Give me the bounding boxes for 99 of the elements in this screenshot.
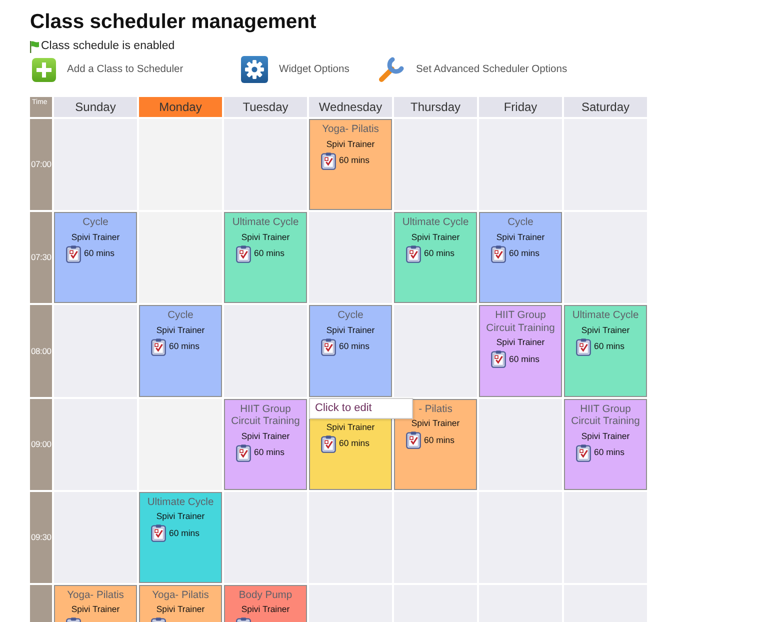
class-title: HIIT Group Circuit Training — [230, 402, 301, 429]
class-event-card[interactable]: HIIT Group Circuit Training Spivi Trainer 60 mins — [479, 305, 562, 397]
clipboard-icon — [236, 444, 251, 462]
trainer-name: Spivi Trainer — [240, 604, 291, 616]
class-event-card[interactable]: Cycle Spivi Trainer 60 mins — [139, 305, 222, 397]
tooltip: Click to edit — [309, 398, 413, 419]
clipboard-icon — [236, 244, 251, 263]
trainer-name: Spivi Trainer — [495, 337, 546, 348]
class-title: Cycle — [82, 216, 110, 230]
trainer-name: Spivi Trainer — [325, 138, 376, 150]
duration-text: 60 mins — [339, 155, 370, 166]
page-title: Class scheduler management — [30, 10, 316, 35]
clipboard-icon — [406, 244, 421, 263]
duration-text: 60 mins — [594, 447, 624, 458]
trainer-name: Spivi Trainer — [325, 422, 376, 433]
duration-text: 60 mins — [84, 248, 114, 260]
gear-icon — [241, 56, 268, 83]
class-title: Cycle — [506, 216, 534, 230]
duration-text: 60 mins — [169, 528, 200, 539]
day-header: Wednesday — [309, 97, 392, 117]
class-title: HIIT Group Circuit Training — [570, 402, 641, 429]
class-title: Ultimate Cycle — [146, 496, 215, 510]
class-title: Ultimate Cycle — [571, 309, 640, 323]
duration-text: 60 mins — [339, 341, 370, 352]
class-event-card[interactable]: Yoga- Pilatis Spivi Trainer 60 mins — [309, 119, 392, 210]
duration-text: 60 mins — [594, 341, 624, 352]
trainer-name: Spivi Trainer — [495, 232, 546, 243]
class-title: Body Pump — [238, 588, 294, 602]
duration-text: 60 mins — [169, 341, 200, 352]
duration-text: 60 mins — [509, 354, 540, 365]
class-event-card[interactable]: Ultimate Cycle Spivi Trainer 60 mins — [224, 212, 307, 304]
duration-text: 60 mins — [424, 248, 454, 260]
trainer-name: Spivi Trainer — [70, 232, 121, 243]
class-event-card[interactable]: Yoga- Pilatis Spivi Trainer — [139, 584, 222, 622]
clipboard-icon — [406, 431, 421, 450]
clipboard-icon — [576, 338, 591, 356]
time-label: 09:30 — [30, 492, 52, 583]
clipboard-icon — [491, 350, 506, 368]
clipboard-icon — [151, 524, 166, 542]
day-header: Tuesday — [224, 97, 307, 117]
class-title: HIIT Group Circuit Training — [485, 309, 556, 336]
day-header: Thursday — [394, 97, 477, 117]
class-event-card[interactable]: - Pilatis Spivi Trainer 60 mins — [394, 398, 477, 490]
class-event-card[interactable]: Yoga- Pilatis Spivi Trainer — [54, 584, 137, 622]
trainer-name: Spivi Trainer — [155, 324, 206, 336]
class-event-card[interactable]: Body Pump Spivi Trainer — [224, 584, 307, 622]
clipboard-icon — [491, 244, 506, 263]
day-header: Saturday — [564, 97, 647, 117]
duration-text: 60 mins — [254, 248, 284, 260]
class-title: Yoga- Pilatis — [151, 588, 210, 602]
trainer-name: Spivi Trainer — [155, 604, 206, 616]
day-header: Friday — [479, 97, 562, 117]
trainer-name: Spivi Trainer — [70, 604, 121, 616]
class-title: - Pilatis — [418, 402, 454, 416]
trainer-name: Spivi Trainer — [325, 324, 376, 336]
class-event-card[interactable]: HIIT Group Circuit Training Spivi Trainer 60 mins — [564, 398, 647, 490]
class-title: Ultimate Cycle — [231, 216, 300, 230]
time-label: 09:00 — [30, 398, 52, 490]
trainer-name: Spivi Trainer — [240, 430, 291, 442]
duration-text: 60 mins — [339, 438, 370, 450]
widget-options-link[interactable]: Widget Options — [241, 56, 350, 83]
time-label: 08:00 — [30, 305, 52, 397]
clipboard-icon — [321, 152, 336, 170]
status-text: Class schedule is enabled — [41, 40, 175, 53]
trainer-name: Spivi Trainer — [155, 511, 206, 522]
class-title: Ultimate Cycle — [401, 216, 470, 230]
day-header: Monday — [139, 97, 222, 117]
day-header: Sunday — [54, 97, 137, 117]
clipboard-icon — [321, 434, 336, 453]
class-event-card[interactable]: Cycle Spivi Trainer 60 mins — [309, 305, 392, 397]
clipboard-icon — [66, 244, 81, 263]
class-event-card[interactable]: Ultimate Cycle Spivi Trainer 60 mins — [394, 212, 477, 304]
class-event-card[interactable]: Cycle Spivi Trainer 60 mins — [479, 212, 562, 304]
trainer-name: Spivi Trainer — [410, 418, 461, 430]
wrench-icon — [378, 56, 405, 83]
class-title: Cycle — [336, 309, 364, 323]
duration-text: 60 mins — [424, 434, 454, 446]
class-event-card[interactable]: Ultimate Cycle Spivi Trainer 60 mins — [139, 492, 222, 583]
trainer-name: Spivi Trainer — [580, 324, 631, 336]
clipboard-icon — [321, 338, 336, 356]
class-event-card[interactable]: HIIT Group Circuit Training Spivi Trainer 60 mins — [224, 398, 307, 490]
class-event-card[interactable]: Cycle Spivi Trainer 60 mins — [54, 212, 137, 304]
class-title: Cycle — [166, 309, 194, 323]
class-title: Yoga- Pilatis — [66, 588, 125, 602]
time-label: 07:00 — [30, 119, 52, 210]
plus-icon — [32, 58, 56, 82]
add-class-link[interactable]: Add a Class to Scheduler — [32, 58, 184, 82]
duration-text: 60 mins — [254, 447, 284, 458]
advanced-options-link[interactable]: Set Advanced Scheduler Options — [378, 56, 568, 83]
class-event-card[interactable]: Ultimate Cycle Spivi Trainer 60 mins — [564, 305, 647, 397]
trainer-name: Spivi Trainer — [410, 232, 461, 243]
clipboard-icon — [576, 444, 591, 462]
duration-text: 60 mins — [509, 248, 540, 260]
time-label: 07:30 — [30, 212, 52, 304]
flag-icon — [30, 41, 39, 53]
trainer-name: Spivi Trainer — [580, 430, 631, 442]
trainer-name: Spivi Trainer — [240, 232, 291, 243]
class-title: Yoga- Pilatis — [321, 123, 380, 136]
clipboard-icon — [151, 338, 166, 356]
